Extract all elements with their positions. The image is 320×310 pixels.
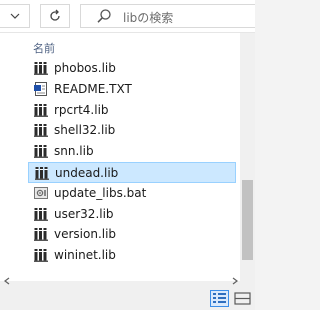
file-row[interactable]: shell32.lib	[28, 120, 236, 141]
file-row[interactable]: rpcrt4.lib	[28, 100, 236, 121]
lib-file-icon	[34, 123, 48, 138]
file-name: version.lib	[54, 227, 117, 242]
lib-file-icon	[34, 103, 48, 117]
details-view-button[interactable]	[210, 290, 229, 307]
file-name: update_libs.bat	[54, 185, 147, 200]
address-dropdown-button[interactable]	[0, 4, 30, 28]
file-row[interactable]: version.lib	[28, 224, 236, 245]
file-row[interactable]: update_libs.bat	[28, 183, 236, 204]
scroll-right-arrow-icon[interactable]	[232, 277, 238, 285]
lib-file-icon	[34, 61, 48, 75]
file-row[interactable]: snn.lib	[28, 141, 236, 162]
file-name: rpcrt4.lib	[54, 102, 109, 117]
lib-file-icon	[34, 248, 48, 263]
bat-file-icon	[34, 186, 48, 200]
large-icons-view-button[interactable]	[233, 290, 252, 307]
file-name: shell32.lib	[54, 123, 116, 138]
file-row[interactable]: phobos.lib	[28, 58, 236, 79]
column-header-name[interactable]: 名前	[33, 40, 55, 56]
search-icon	[97, 9, 111, 23]
file-name: phobos.lib	[54, 61, 116, 75]
file-row[interactable]: README.TXT	[28, 79, 236, 100]
search-box[interactable]: libの検索	[80, 4, 255, 28]
file-name: snn.lib	[54, 144, 94, 159]
refresh-button[interactable]	[40, 4, 70, 28]
vertical-scrollbar[interactable]	[240, 33, 255, 281]
file-row[interactable]: wininet.lib	[28, 245, 236, 266]
lib-file-icon	[35, 166, 49, 180]
large-icons-view-icon	[234, 292, 251, 305]
search-placeholder: libの検索	[123, 11, 174, 25]
refresh-icon	[50, 9, 60, 21]
file-row[interactable]: user32.lib	[28, 204, 236, 225]
lib-file-icon	[34, 227, 48, 242]
text-file-icon	[34, 81, 48, 96]
file-name: wininet.lib	[54, 248, 116, 263]
file-name: user32.lib	[54, 206, 114, 221]
chevron-down-icon	[10, 13, 19, 19]
address-toolbar: libの検索	[0, 0, 255, 33]
file-name: undead.lib	[55, 166, 119, 180]
scrollbar-thumb[interactable]	[242, 180, 253, 260]
file-row[interactable]: undead.lib	[28, 162, 236, 183]
file-name: README.TXT	[54, 81, 132, 96]
lib-file-icon	[34, 144, 48, 159]
file-list[interactable]: 名前 phobos.lib README.TXT rpcrt4.lib shell32…	[0, 33, 240, 281]
lib-file-icon	[34, 207, 48, 221]
details-view-icon	[213, 293, 226, 303]
scroll-left-arrow-icon[interactable]	[4, 277, 10, 285]
